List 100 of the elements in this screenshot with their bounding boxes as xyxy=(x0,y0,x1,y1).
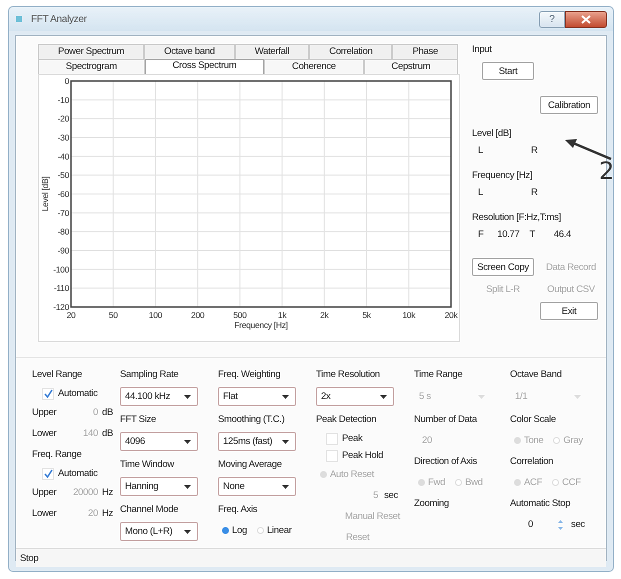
range-value: 0 xyxy=(92,407,98,418)
unit-label: sec xyxy=(571,519,585,530)
resolution-label: T xyxy=(530,229,536,240)
unit-label: dB xyxy=(102,428,114,439)
y-tick-label: 0 xyxy=(64,76,69,86)
setting-heading: Level Range xyxy=(32,368,84,382)
range-label: Upper xyxy=(32,407,58,418)
dropdown[interactable]: 125ms (fast) xyxy=(218,432,296,451)
channel-label: R xyxy=(530,187,538,198)
tab[interactable]: Cross Spectrum xyxy=(144,59,264,74)
channel-label: L xyxy=(478,145,483,156)
tab[interactable]: Correlation xyxy=(309,44,392,59)
range-label: Lower xyxy=(32,428,58,439)
setting-heading: Freq. Weighting xyxy=(218,368,282,382)
y-tick-label: -110 xyxy=(54,283,69,294)
calibration-button[interactable]: Calibration xyxy=(540,96,598,114)
setting-heading: Direction of Axis xyxy=(414,455,478,469)
radio-label: Bwd xyxy=(465,477,483,488)
checkbox[interactable] xyxy=(326,450,338,462)
caret-icon xyxy=(282,394,289,398)
y-tick-label: -70 xyxy=(58,208,69,218)
x-tick-label: 20k xyxy=(444,310,458,320)
help-button[interactable]: ? xyxy=(539,10,565,28)
dropdown[interactable]: 4096 xyxy=(120,432,198,451)
caret-icon xyxy=(184,394,191,398)
setting-heading: Sampling Rate xyxy=(120,368,180,382)
dropdown[interactable]: Hanning xyxy=(120,477,198,496)
caret-icon xyxy=(184,440,191,444)
caret-icon xyxy=(282,484,289,488)
setting-heading: Smoothing (T.C.) xyxy=(218,413,286,427)
y-tick-label: -90 xyxy=(58,246,69,256)
range-label: Lower xyxy=(32,508,58,519)
resolution-value: 10.77 xyxy=(496,229,520,240)
checkbox[interactable] xyxy=(326,432,338,444)
exit-button[interactable]: Exit xyxy=(540,302,598,320)
x-tick-label: 5k xyxy=(362,310,371,320)
dropdown[interactable]: Mono (L+R) xyxy=(120,522,198,541)
setting-heading: Correlation xyxy=(510,455,554,469)
radio-label: Auto Reset xyxy=(330,469,374,480)
checkbox[interactable] xyxy=(42,468,54,480)
setting-heading: Time Range xyxy=(414,368,464,382)
x-tick-label: 100 xyxy=(148,310,162,320)
setting-heading: Time Resolution xyxy=(316,368,381,382)
input-label: Input xyxy=(472,44,492,55)
x-axis-label: Frequency [Hz] xyxy=(234,320,288,330)
tab[interactable]: Waterfall xyxy=(234,44,310,59)
x-tick-label: 500 xyxy=(233,310,247,320)
unit-label: dB xyxy=(102,407,114,418)
y-tick-label: -120 xyxy=(53,302,69,312)
annotation-number: 2 xyxy=(599,157,614,185)
check-icon xyxy=(44,469,52,478)
setting-heading: Octave Band xyxy=(510,368,563,382)
y-tick-label: -50 xyxy=(58,170,69,180)
unit-label: sec xyxy=(384,490,398,501)
close-button[interactable] xyxy=(565,10,607,28)
tab[interactable]: Power Spectrum xyxy=(38,44,144,59)
y-tick-label: -10 xyxy=(58,94,69,105)
x-tick-label: 1k xyxy=(278,310,286,320)
window-title: FFT Analyzer xyxy=(31,14,88,24)
tab[interactable]: Octave band xyxy=(144,44,235,59)
check-icon xyxy=(44,389,52,398)
setting-heading: Color Scale xyxy=(510,413,557,427)
spinner-field[interactable]: 0 xyxy=(528,519,558,530)
action-button[interactable]: Screen Copy xyxy=(472,258,534,276)
x-tick-label: 20 xyxy=(66,310,76,320)
checkbox[interactable] xyxy=(42,388,54,400)
dropdown[interactable]: 2x xyxy=(316,387,394,406)
value-text: 5 xyxy=(373,490,378,501)
radio-label: Log xyxy=(232,525,247,536)
caret-icon xyxy=(282,440,289,444)
tab[interactable]: Cepstrum xyxy=(364,59,458,74)
y-tick-label: -80 xyxy=(58,226,69,237)
setting-heading: FFT Size xyxy=(120,413,157,427)
range-value: 20 xyxy=(87,508,98,519)
unit-label: Hz xyxy=(102,487,114,498)
radio-button[interactable] xyxy=(222,527,229,534)
setting-heading: Time Window xyxy=(120,458,176,472)
tab[interactable]: Phase xyxy=(392,44,458,59)
radio-label: Fwd xyxy=(428,477,446,488)
y-tick-label: -20 xyxy=(58,114,69,124)
start-button[interactable]: Start xyxy=(482,62,534,80)
x-tick-label: 50 xyxy=(108,310,118,320)
range-value: 20000 xyxy=(72,487,98,498)
tab[interactable]: Spectrogram xyxy=(38,59,145,74)
checkbox-label: Automatic xyxy=(58,468,98,479)
reading-title: Level [dB] xyxy=(472,128,512,139)
spinner-arrows-icon[interactable] xyxy=(558,520,563,530)
dropdown[interactable]: 44.100 kHz xyxy=(120,387,198,406)
setting-heading: Automatic Stop xyxy=(510,497,572,511)
caret-icon xyxy=(184,530,191,534)
status-text: Stop xyxy=(20,552,38,564)
setting-heading: Channel Mode xyxy=(120,503,180,517)
radio-label: Linear xyxy=(266,525,292,536)
setting-heading: Moving Average xyxy=(218,458,283,472)
tab[interactable]: Coherence xyxy=(264,59,364,74)
radio-label: Gray xyxy=(563,435,583,446)
caret-icon xyxy=(184,484,191,488)
dropdown[interactable]: Flat xyxy=(218,387,296,406)
resolution-label: F xyxy=(478,229,484,240)
dropdown[interactable]: None xyxy=(218,477,296,496)
